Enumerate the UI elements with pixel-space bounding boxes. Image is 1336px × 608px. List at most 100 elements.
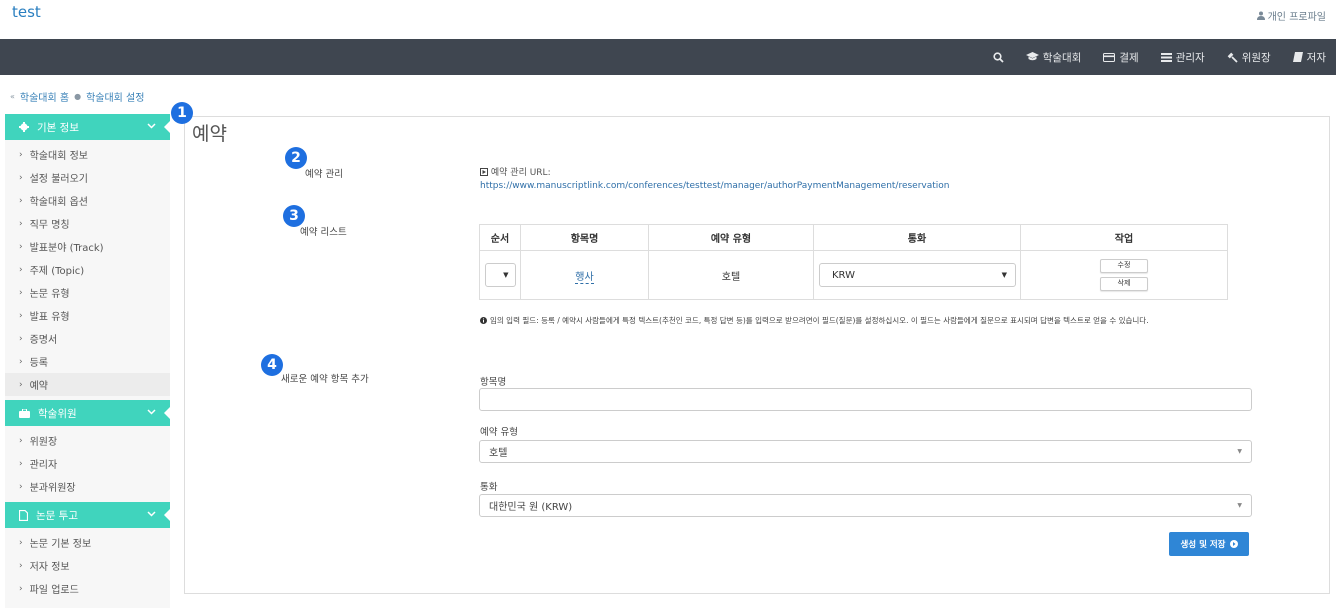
step-badge-4: 4 xyxy=(261,354,283,376)
graduation-cap-icon xyxy=(1025,52,1039,61)
file-icon xyxy=(19,509,28,521)
breadcrumb-home[interactable]: 학술대회 홈 xyxy=(20,89,69,104)
sidebar-item[interactable]: › 증명서 xyxy=(5,327,170,350)
chevron-right-icon: › xyxy=(19,481,23,492)
info-icon xyxy=(480,317,487,324)
section-notch xyxy=(164,121,170,133)
breadcrumb-current[interactable]: 학술대회 설정 xyxy=(86,89,144,104)
delete-button[interactable]: 삭제 xyxy=(1100,277,1148,291)
sidebar-item-label: 저자 정보 xyxy=(29,562,70,573)
chevron-right-icon: › xyxy=(19,310,23,321)
sidebar-item-label: 예약 xyxy=(29,381,49,392)
section-label-add: 새로운 예약 항목 추가 xyxy=(281,374,369,385)
sidebar-item[interactable]: › 설정 불러오기 xyxy=(5,166,170,189)
reservation-type-label: 예약 유형 xyxy=(480,427,518,438)
step-badge-2: 2 xyxy=(285,147,307,169)
search-icon xyxy=(993,51,1004,63)
section-notch xyxy=(164,407,170,419)
arrow-circle-right-icon xyxy=(1229,540,1238,548)
sidebar-item[interactable]: › 발표 유형 xyxy=(5,304,170,327)
currency-form-select[interactable]: 대한민국 원 (KRW) ▼ xyxy=(479,494,1252,517)
chevron-down-icon xyxy=(147,123,156,129)
brand-logo[interactable]: test xyxy=(12,3,41,21)
section-items: › 논문 기본 정보 › 저자 정보 › 파일 업로드 xyxy=(5,528,170,604)
sidebar-item[interactable]: › 분과위원장 xyxy=(5,475,170,498)
table-row: ▼ 행사 호텔 KRW ▼ 수정 삭제 xyxy=(479,250,1228,300)
chevron-right-icon: › xyxy=(19,287,23,298)
nav-payment[interactable]: 결제 xyxy=(1103,50,1139,65)
chevron-right-icon: › xyxy=(19,241,23,252)
sidebar-item[interactable]: › 주제 (Topic) xyxy=(5,258,170,281)
chevron-right-icon: › xyxy=(19,458,23,469)
currency-label: 통화 xyxy=(480,482,498,493)
nav-author[interactable]: 저자 xyxy=(1292,50,1326,65)
nav-chair[interactable]: 위원장 xyxy=(1227,50,1271,65)
sidebar-item[interactable]: › 학술대회 옵션 xyxy=(5,189,170,212)
section-notch xyxy=(164,509,170,521)
sidebar-section-committee[interactable]: 학술위원 xyxy=(5,400,170,426)
sidebar-item[interactable]: › 관리자 xyxy=(5,452,170,475)
sidebar-item[interactable]: › 발표분야 (Track) xyxy=(5,235,170,258)
chevron-right-icon: › xyxy=(19,218,23,229)
sidebar-item-label: 위원장 xyxy=(29,437,58,448)
currency-form-value: 대한민국 원 (KRW) xyxy=(489,502,573,513)
main-navbar: 학술대회 결제 관리자 위원장 저자 xyxy=(0,39,1336,75)
reservation-url-link[interactable]: https://www.manuscriptlink.com/conferenc… xyxy=(480,180,950,193)
gavel-icon xyxy=(1227,52,1238,63)
item-name-editable[interactable]: 행사 xyxy=(575,271,594,284)
item-name-input[interactable] xyxy=(479,388,1252,411)
sidebar-section-submission[interactable]: 논문 투고 xyxy=(5,502,170,528)
credit-card-icon xyxy=(1103,52,1116,62)
list-icon xyxy=(1160,52,1172,62)
caret-down-icon: ▼ xyxy=(1237,448,1242,455)
nav-conference[interactable]: 학술대회 xyxy=(1025,50,1081,65)
currency-value: KRW xyxy=(832,269,855,281)
sidebar-section-basic-info[interactable]: 기본 정보 xyxy=(5,114,170,140)
reservation-table: 순서 항목명 예약 유형 통화 작업 ▼ 행사 호텔 KRW ▼ 수정 삭제 xyxy=(479,224,1228,300)
column-header: 예약 유형 xyxy=(648,224,814,251)
nav-chair-label: 위원장 xyxy=(1241,51,1271,64)
sidebar-item-label: 발표 유형 xyxy=(29,312,70,323)
actions-cell: 수정 삭제 xyxy=(1020,250,1228,300)
chevron-right-icon: › xyxy=(19,195,23,206)
chevron-right-icon: › xyxy=(19,583,23,594)
currency-select[interactable]: KRW ▼ xyxy=(819,263,1016,287)
nav-admin[interactable]: 관리자 xyxy=(1160,50,1205,65)
sidebar-item-label: 파일 업로드 xyxy=(29,585,79,596)
sidebar-item[interactable]: › 위원장 xyxy=(5,429,170,452)
sidebar-item[interactable]: › 저자 정보 xyxy=(5,554,170,577)
sidebar-item-label: 논문 기본 정보 xyxy=(29,539,92,550)
book-icon xyxy=(1292,52,1303,62)
caret-down-icon: ▼ xyxy=(1001,271,1007,279)
profile-label: 개인 프로파일 xyxy=(1267,12,1326,23)
sidebar-item[interactable]: › 학술대회 정보 xyxy=(5,143,170,166)
caret-down-icon: ▼ xyxy=(1237,502,1242,509)
sidebar-item[interactable]: › 논문 유형 xyxy=(5,281,170,304)
info-note: 임의 입력 필드: 등록 / 예약시 사람들에게 특정 텍스트(추천인 코드, … xyxy=(480,315,1149,326)
section-label-list: 예약 리스트 xyxy=(300,227,347,238)
item-name-label: 항목명 xyxy=(480,377,507,388)
breadcrumb: « 학술대회 홈 ● 학술대회 설정 xyxy=(10,89,144,104)
sidebar: 기본 정보 › 학술대회 정보 › 설정 불러오기 › 학술대회 옵션 › 직무 명칭 … xyxy=(5,114,170,608)
info-note-text: 임의 입력 필드: 등록 / 예약시 사람들에게 특정 텍스트(추천인 코드, … xyxy=(490,316,1149,325)
sidebar-item-label: 학술대회 정보 xyxy=(29,151,88,162)
profile-link[interactable]: 개인 프로파일 xyxy=(1256,8,1326,23)
edit-button[interactable]: 수정 xyxy=(1100,259,1148,273)
chevron-down-icon xyxy=(147,409,156,415)
nav-search[interactable] xyxy=(993,51,1004,63)
sidebar-item-label: 학술대회 옵션 xyxy=(29,197,88,208)
create-save-button[interactable]: 생성 및 저장 xyxy=(1169,532,1249,556)
sidebar-item[interactable]: › 논문 기본 정보 xyxy=(5,531,170,554)
sidebar-item-active[interactable]: › 예약 xyxy=(5,373,170,396)
column-header: 순서 xyxy=(479,224,521,251)
sidebar-item[interactable]: › 파일 업로드 xyxy=(5,577,170,600)
order-select[interactable]: ▼ xyxy=(484,263,516,287)
sidebar-item[interactable]: › 등록 xyxy=(5,350,170,373)
reservation-type-select[interactable]: 호텔 ▼ xyxy=(479,440,1252,463)
reservation-type-value: 호텔 xyxy=(489,448,508,459)
chevron-right-icon: › xyxy=(19,264,23,275)
top-bar: test 개인 프로파일 xyxy=(0,0,1336,39)
breadcrumb-home-icon: « xyxy=(10,92,15,101)
nav-admin-label: 관리자 xyxy=(1175,51,1205,64)
sidebar-item[interactable]: › 직무 명칭 xyxy=(5,212,170,235)
